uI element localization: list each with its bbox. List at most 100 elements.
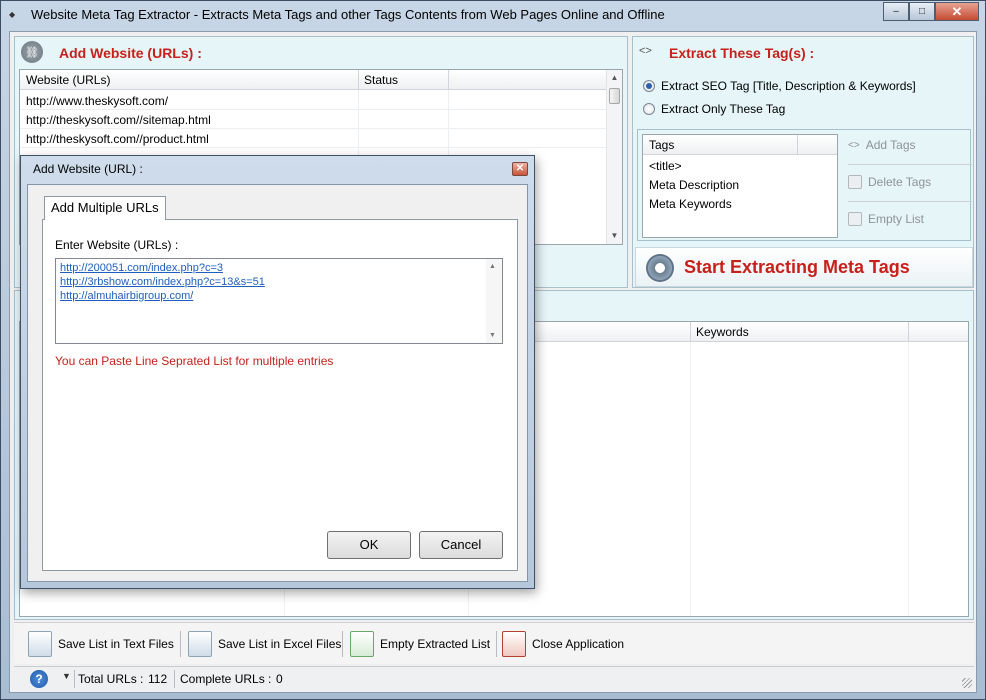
column-status[interactable]: Status: [364, 73, 398, 87]
window-title: Website Meta Tag Extractor - Extracts Me…: [31, 7, 665, 22]
url-grid-header: Website (URLs) Status: [20, 70, 622, 90]
tag-item: Meta Keywords: [649, 197, 732, 211]
option-only-these[interactable]: Extract Only These Tag: [643, 102, 785, 116]
radio-selected-icon[interactable]: [643, 80, 655, 92]
add-tags-button[interactable]: <> Add Tags: [848, 138, 916, 152]
add-website-title: Add Website (URLs) :: [59, 45, 202, 61]
empty-list-button[interactable]: Empty List: [848, 212, 924, 226]
add-website-dialog: Add Website (URL) : ✕ Add Multiple URLs …: [20, 155, 535, 589]
scroll-up-icon[interactable]: ▲: [489, 263, 496, 270]
save-text-button[interactable]: Save List in Text Files: [28, 630, 174, 658]
save-text-label: Save List in Text Files: [58, 637, 174, 651]
tag-item: <title>: [649, 159, 682, 173]
arrows-icon: <>: [848, 139, 860, 151]
toolbar-separator: [180, 631, 181, 657]
delete-tags-label: Delete Tags: [868, 175, 932, 189]
table-row[interactable]: http://theskysoft.com//sitemap.html: [20, 110, 622, 129]
app-icon: ◆: [9, 10, 16, 19]
cancel-button[interactable]: Cancel: [419, 531, 503, 559]
scroll-thumb[interactable]: [609, 88, 620, 104]
total-urls-value: 112: [148, 672, 168, 686]
empty-extracted-button[interactable]: Empty Extracted List: [350, 630, 490, 658]
dialog-close-icon[interactable]: ✕: [512, 162, 528, 176]
tab-panel: Enter Website (URLs) : http://200051.com…: [42, 219, 518, 571]
column-separator: [908, 322, 909, 342]
close-application-button[interactable]: Close Application: [502, 630, 624, 658]
column-separator: [797, 135, 798, 155]
ok-button[interactable]: OK: [327, 531, 411, 559]
grid-line: [690, 342, 691, 616]
minimize-button[interactable]: –: [883, 2, 909, 21]
tab-add-multiple-urls[interactable]: Add Multiple URLs: [44, 196, 166, 220]
grid-line: [908, 342, 909, 616]
recycle-icon: [350, 631, 374, 657]
enter-urls-label: Enter Website (URLs) :: [55, 238, 179, 252]
status-separator: [174, 670, 175, 688]
url-grid-scrollbar[interactable]: ▲ ▼: [606, 70, 622, 244]
url-cell: http://theskysoft.com//sitemap.html: [26, 113, 211, 127]
column-website-urls[interactable]: Website (URLs): [26, 73, 110, 87]
column-separator: [448, 70, 449, 90]
scroll-up-icon[interactable]: ▲: [607, 70, 622, 86]
total-urls-label: Total URLs :: [78, 672, 144, 686]
extract-tags-title: Extract These Tag(s) :: [669, 45, 815, 61]
link-icon: ⛓: [21, 41, 43, 63]
url-cell: http://theskysoft.com//product.html: [26, 132, 209, 146]
table-delete-icon: [848, 175, 862, 189]
list-item[interactable]: <title>: [643, 156, 837, 175]
divider: [848, 201, 972, 202]
save-excel-label: Save List in Excel Files: [218, 637, 342, 651]
url-entry: http://3rbshow.com/index.php?c=13&s=51: [60, 276, 265, 288]
exit-icon: [502, 631, 526, 657]
close-application-label: Close Application: [532, 637, 625, 651]
column-keywords[interactable]: Keywords: [696, 325, 749, 339]
table-row[interactable]: http://theskysoft.com//product.html: [20, 129, 622, 148]
window-controls: – □ ✕: [883, 2, 979, 21]
close-window-button[interactable]: ✕: [935, 2, 979, 21]
column-tags[interactable]: Tags: [649, 138, 674, 152]
scroll-down-icon[interactable]: ▼: [607, 228, 622, 244]
extract-tags-panel: <> Extract These Tag(s) : Extract SEO Ta…: [632, 36, 974, 288]
excel-file-save-icon: [188, 631, 212, 657]
table-row[interactable]: http://www.theskysoft.com/: [20, 91, 622, 110]
toolbar-separator: [496, 631, 497, 657]
bottom-toolbar: Save List in Text Files Save List in Exc…: [14, 622, 974, 664]
tags-list[interactable]: Tags <title> Meta Description Meta Keywo…: [642, 134, 838, 238]
column-separator: [690, 322, 691, 342]
delete-tags-button[interactable]: Delete Tags: [848, 175, 931, 189]
trash-icon: [848, 212, 862, 226]
code-arrows-icon: <>: [639, 45, 652, 57]
url-entry: http://200051.com/index.php?c=3: [60, 262, 223, 274]
start-extracting-label: Start Extracting Meta Tags: [684, 257, 910, 277]
complete-urls-value: 0: [276, 672, 283, 686]
add-website-header: ⛓ Add Website (URLs) :: [15, 37, 627, 65]
dialog-title: Add Website (URL) :: [33, 162, 143, 176]
app-window: ◆ Website Meta Tag Extractor - Extracts …: [0, 0, 986, 700]
title-bar[interactable]: ◆ Website Meta Tag Extractor - Extracts …: [1, 1, 985, 29]
list-item[interactable]: Meta Keywords: [643, 194, 837, 213]
add-tags-label: Add Tags: [865, 138, 916, 152]
chevron-down-icon[interactable]: ▼: [62, 671, 71, 681]
paste-hint: You can Paste Line Seprated List for mul…: [55, 354, 334, 368]
help-icon[interactable]: ?: [30, 670, 48, 688]
dialog-body: Add Multiple URLs Enter Website (URLs) :…: [27, 184, 528, 582]
text-file-save-icon: [28, 631, 52, 657]
option-seo-label: Extract SEO Tag [Title, Description & Ke…: [661, 79, 916, 93]
textarea-scrollbar[interactable]: ▲ ▼: [486, 259, 502, 343]
save-excel-button[interactable]: Save List in Excel Files: [188, 630, 341, 658]
option-seo-tags[interactable]: Extract SEO Tag [Title, Description & Ke…: [643, 79, 916, 93]
urls-textarea[interactable]: http://200051.com/index.php?c=3 http://3…: [55, 258, 503, 344]
scroll-down-icon[interactable]: ▼: [489, 332, 496, 339]
maximize-button[interactable]: □: [909, 2, 935, 21]
radio-icon[interactable]: [643, 103, 655, 115]
option-only-label: Extract Only These Tag: [661, 102, 786, 116]
complete-urls-label: Complete URLs :: [180, 672, 272, 686]
empty-list-label: Empty List: [868, 212, 925, 226]
resize-grip-icon[interactable]: [962, 678, 972, 688]
tag-item: Meta Description: [649, 178, 740, 192]
tags-list-header: Tags: [643, 135, 837, 155]
empty-extracted-label: Empty Extracted List: [380, 637, 491, 651]
url-entry: http://almuhairbigroup.com/: [60, 290, 194, 302]
list-item[interactable]: Meta Description: [643, 175, 837, 194]
start-extracting-button[interactable]: Start Extracting Meta Tags: [635, 247, 973, 287]
